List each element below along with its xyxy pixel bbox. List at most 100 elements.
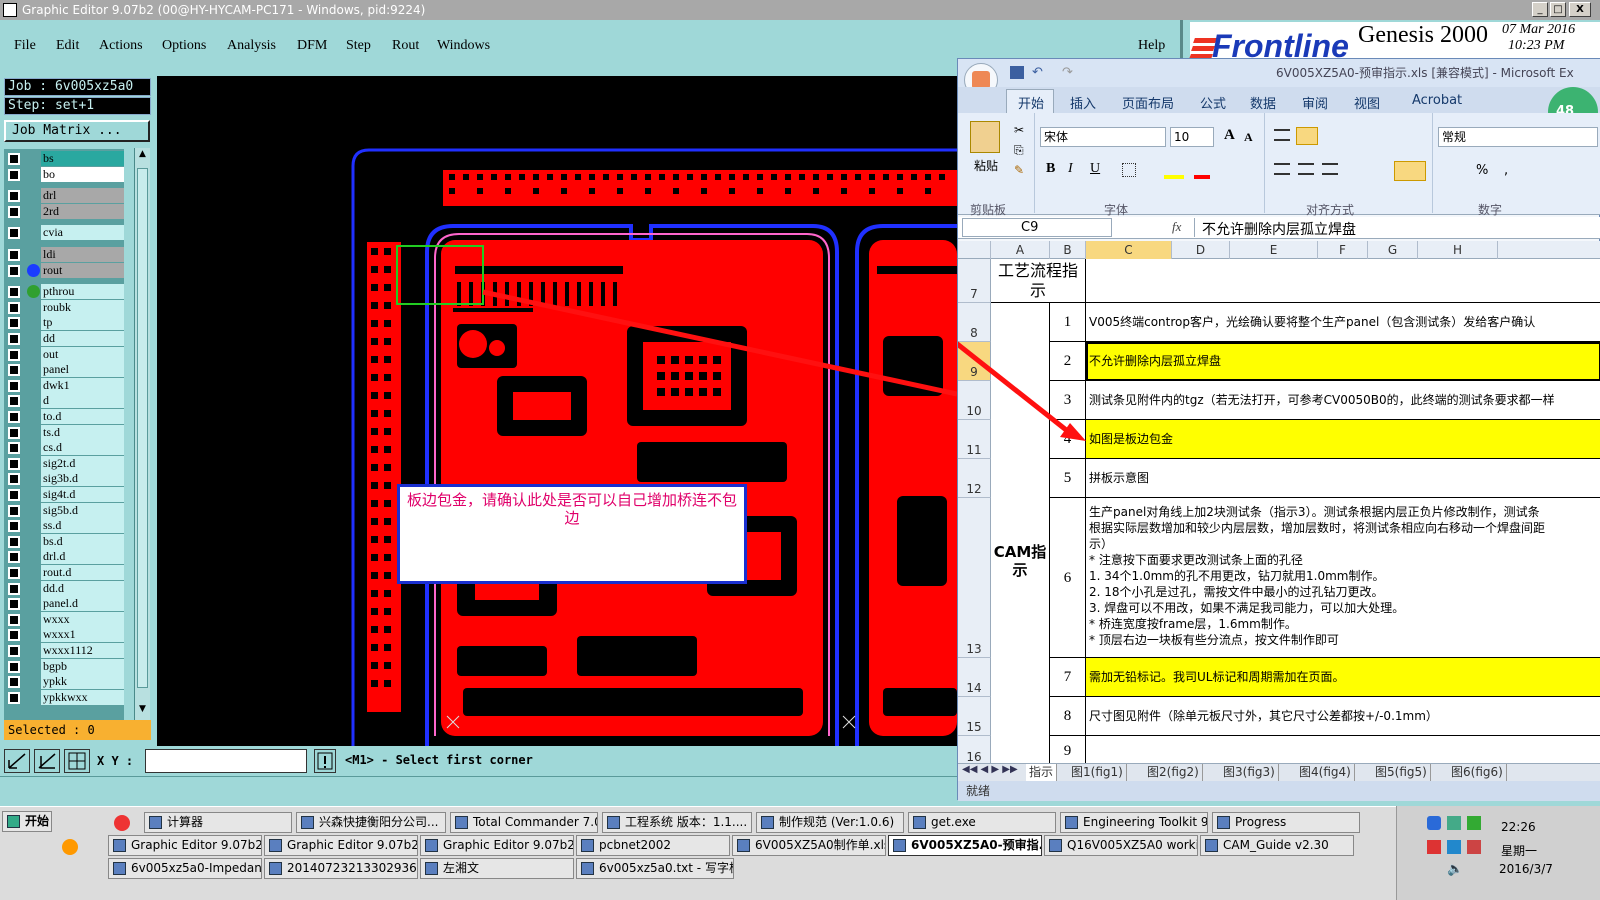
layer-checkbox[interactable] bbox=[8, 286, 20, 299]
taskbar-button[interactable]: 6V005XZ5A0-预审指... bbox=[888, 835, 1042, 856]
layer-row[interactable]: cvia bbox=[4, 225, 124, 241]
formula-input[interactable]: 不允许删除内层孤立焊盘 bbox=[1202, 219, 1356, 239]
item-number[interactable]: 4 bbox=[1050, 420, 1086, 459]
menu-rout[interactable]: Rout bbox=[392, 38, 419, 54]
layer-checkbox[interactable] bbox=[8, 153, 20, 165]
undo-icon[interactable]: ↶ bbox=[1032, 59, 1043, 87]
align-left-icon[interactable] bbox=[1274, 163, 1290, 175]
italic-button[interactable]: I bbox=[1068, 161, 1073, 177]
maximize-button[interactable]: □ bbox=[1550, 2, 1566, 17]
item-number[interactable]: 7 bbox=[1050, 658, 1086, 697]
layer-row[interactable]: d bbox=[4, 393, 124, 409]
menu-windows[interactable]: Windows bbox=[437, 38, 490, 54]
percent-icon[interactable]: % bbox=[1476, 163, 1488, 178]
layer-checkbox[interactable] bbox=[8, 613, 20, 626]
row-header[interactable]: 11 bbox=[958, 420, 991, 459]
taskbar-button[interactable]: CAM_Guide v2.30 bbox=[1200, 835, 1354, 856]
sheet-tab[interactable]: 图3(fig3) bbox=[1220, 764, 1279, 781]
row-header[interactable]: 10 bbox=[958, 381, 991, 420]
select-all-corner[interactable] bbox=[958, 241, 991, 259]
scroll-up-icon[interactable]: ▲ bbox=[136, 149, 149, 161]
layer-row[interactable]: out bbox=[4, 346, 124, 362]
layer-row[interactable]: ypkk bbox=[4, 674, 124, 690]
layer-name[interactable]: bo bbox=[41, 166, 124, 182]
layer-name[interactable]: ldi bbox=[41, 247, 124, 262]
volume-icon[interactable]: 🔈 bbox=[1447, 862, 1463, 877]
taskbar-button[interactable]: Graphic Editor 9.07b2 (0... bbox=[264, 835, 418, 856]
layer-row[interactable]: bgpb bbox=[4, 658, 124, 674]
layer-row[interactable]: cs.d bbox=[4, 440, 124, 456]
graphic-canvas[interactable] bbox=[157, 76, 958, 746]
borders-icon[interactable] bbox=[1122, 163, 1136, 177]
layer-checkbox[interactable] bbox=[8, 379, 20, 392]
layer-row[interactable]: sig2t.d bbox=[4, 455, 124, 471]
spreadsheet-grid[interactable]: 工艺流程指示 7 8 1 V005终端controp客户，光绘确认要将整个生产panel… bbox=[958, 259, 1600, 764]
layer-checkbox[interactable] bbox=[8, 629, 20, 642]
layer-row[interactable]: ypkkwxx bbox=[4, 689, 124, 705]
layer-row[interactable]: roubk bbox=[4, 299, 124, 315]
column-header[interactable]: A bbox=[991, 241, 1050, 259]
column-header[interactable]: D bbox=[1172, 241, 1230, 259]
layer-name[interactable]: 2rd bbox=[41, 203, 124, 219]
layer-row[interactable]: to.d bbox=[4, 409, 124, 424]
cam-section-label[interactable]: CAM指示 bbox=[991, 303, 1050, 764]
quicklaunch-icon[interactable] bbox=[114, 815, 130, 831]
layer-name[interactable]: dd bbox=[41, 331, 124, 346]
taskbar-button[interactable]: 兴森快捷衡阳分公司... bbox=[296, 812, 446, 833]
layer-name[interactable]: roubk bbox=[41, 299, 124, 315]
bold-button[interactable]: B bbox=[1046, 161, 1055, 177]
instruction-cell[interactable]: 如图是板边包金 bbox=[1086, 420, 1600, 459]
tab-data[interactable]: 数据 bbox=[1250, 93, 1276, 112]
scroll-thumb[interactable] bbox=[137, 168, 148, 688]
item-number[interactable]: 5 bbox=[1050, 459, 1086, 498]
comma-icon[interactable]: , bbox=[1504, 163, 1508, 178]
row-header[interactable]: 9 bbox=[958, 342, 991, 381]
grid-tool-icon[interactable] bbox=[64, 749, 90, 773]
layer-checkbox[interactable] bbox=[8, 190, 20, 203]
item-number[interactable]: 2 bbox=[1050, 342, 1086, 381]
taskbar-button[interactable]: get.exe bbox=[908, 812, 1056, 833]
sheet-nav-icon[interactable]: ◀◀ ◀ ▶ ▶▶ bbox=[962, 764, 1018, 775]
layer-row[interactable]: wxxx bbox=[4, 611, 124, 627]
layer-row[interactable]: dd bbox=[4, 331, 124, 346]
layer-row[interactable]: 2rd bbox=[4, 203, 124, 219]
item-number[interactable]: 9 bbox=[1050, 736, 1086, 764]
layer-checkbox[interactable] bbox=[8, 348, 20, 361]
layer-scrollbar[interactable]: ▲ ▼ bbox=[134, 148, 150, 720]
tab-formulas[interactable]: 公式 bbox=[1200, 93, 1226, 112]
layer-name[interactable]: rout bbox=[41, 262, 124, 278]
layer-row[interactable]: wxxx1112 bbox=[4, 643, 124, 658]
menu-dfm[interactable]: DFM bbox=[297, 38, 327, 54]
save-icon[interactable] bbox=[1010, 66, 1024, 79]
minimize-button[interactable]: _ bbox=[1532, 2, 1548, 17]
name-box[interactable]: C9 bbox=[962, 218, 1112, 237]
instruction-cell[interactable]: 拼板示意图 bbox=[1086, 459, 1600, 498]
layer-name[interactable]: tp bbox=[41, 315, 124, 331]
layer-name[interactable]: ypkkwxx bbox=[41, 689, 124, 705]
menu-step[interactable]: Step bbox=[346, 38, 371, 54]
layer-checkbox[interactable] bbox=[8, 691, 20, 704]
layer-row[interactable]: ldi bbox=[4, 247, 124, 262]
tab-insert[interactable]: 插入 bbox=[1070, 93, 1096, 112]
layer-row[interactable]: tp bbox=[4, 315, 124, 331]
layer-checkbox[interactable] bbox=[8, 301, 20, 314]
menu-edit[interactable]: Edit bbox=[56, 38, 79, 54]
layer-name[interactable]: out bbox=[41, 346, 124, 362]
layer-name[interactable]: sig5b.d bbox=[41, 502, 124, 518]
layer-name[interactable]: ts.d bbox=[41, 424, 124, 440]
row-header[interactable]: 13 bbox=[958, 498, 991, 658]
layer-name[interactable]: panel.d bbox=[41, 596, 124, 612]
sheet-tab[interactable]: 图5(fig5) bbox=[1372, 764, 1431, 781]
taskbar-button[interactable]: Graphic Editor 9.07b2 (0... bbox=[108, 835, 262, 856]
layer-checkbox[interactable] bbox=[8, 264, 20, 277]
font-color-icon[interactable] bbox=[1194, 175, 1210, 179]
instruction-cell[interactable]: 需加无铅标记。我司UL标记和周期需加在页面。 bbox=[1086, 658, 1600, 697]
grow-font-icon[interactable]: A bbox=[1224, 127, 1235, 144]
layer-checkbox[interactable] bbox=[8, 473, 20, 486]
redo-icon[interactable]: ↷ bbox=[1062, 59, 1073, 87]
taskbar-button[interactable]: 左湘文 bbox=[420, 858, 574, 879]
bluetooth-icon[interactable] bbox=[1427, 816, 1441, 830]
column-header[interactable]: G bbox=[1368, 241, 1418, 259]
clock-time[interactable]: 22:26 bbox=[1501, 820, 1536, 834]
instruction-cell[interactable]: 尺寸图见附件（除单元板尺寸外，其它尺寸公差都按+/-0.1mm） bbox=[1086, 697, 1600, 736]
